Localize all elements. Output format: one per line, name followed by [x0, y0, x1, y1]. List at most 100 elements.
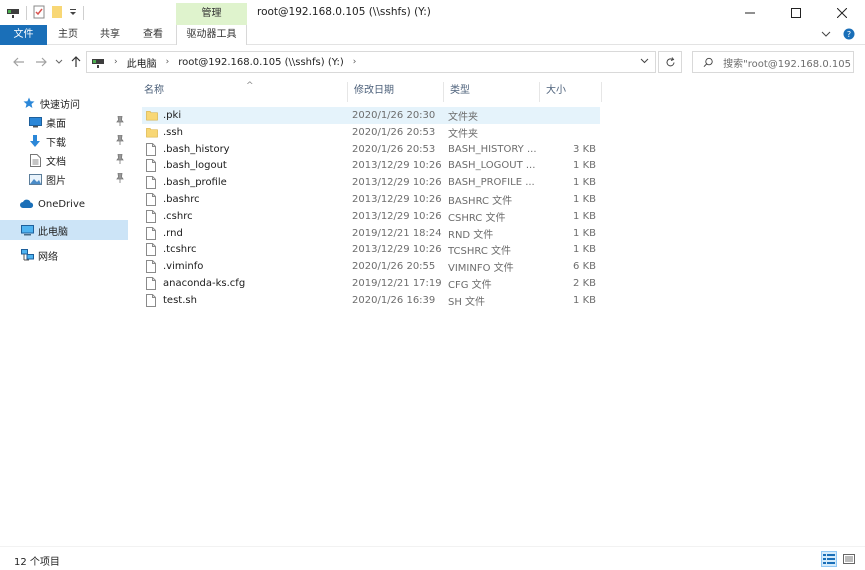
file-row[interactable]: .viminfo 2020/1/26 20:55 VIMINFO 文件 6 KB	[142, 258, 600, 275]
forward-button[interactable]	[34, 55, 48, 69]
nav-pictures[interactable]: 图片	[0, 169, 128, 189]
file-icon	[146, 142, 158, 156]
ribbon-tabs: 文件 主页 共享 查看 驱动器工具 ?	[0, 25, 865, 45]
file-type: BASH_LOGOUT ...	[448, 160, 536, 172]
pin-icon[interactable]	[116, 134, 124, 148]
nav-documents[interactable]: 文档	[0, 150, 128, 170]
tab-share[interactable]: 共享	[93, 25, 127, 45]
file-row[interactable]: test.sh 2020/1/26 16:39 SH 文件 1 KB	[142, 292, 600, 309]
file-date: 2019/12/21 17:19	[352, 278, 442, 289]
file-size: 6 KB	[573, 261, 596, 273]
cloud-icon	[20, 197, 34, 211]
file-size: 1 KB	[573, 210, 596, 222]
pin-icon[interactable]	[116, 153, 124, 167]
nav-network[interactable]: 网络	[0, 245, 128, 265]
file-row[interactable]: .bashrc 2013/12/29 10:26 BASHRC 文件 1 KB	[142, 191, 600, 208]
file-name-cell: anaconda-ks.cfg	[146, 277, 245, 291]
address-history-button[interactable]	[640, 58, 649, 64]
back-button[interactable]	[12, 55, 26, 69]
minimize-button[interactable]	[727, 0, 773, 25]
help-icon: ?	[843, 28, 855, 40]
window-title: root@192.168.0.105 (\\sshfs) (Y:)	[257, 6, 431, 18]
quick-access-toolbar	[6, 4, 84, 22]
pin-icon[interactable]	[116, 115, 124, 129]
chevron-down-icon	[640, 58, 649, 64]
new-folder-icon[interactable]	[51, 5, 63, 22]
file-name-cell: test.sh	[146, 293, 197, 307]
search-input[interactable]: 搜索"root@192.168.0.105 ...	[723, 55, 853, 70]
tab-home[interactable]: 主页	[51, 25, 85, 45]
file-name-cell: .pki	[146, 109, 181, 123]
arrow-right-icon	[36, 57, 47, 67]
file-row[interactable]: .pki 2020/1/26 20:30 文件夹	[142, 107, 600, 124]
file-row[interactable]: .bash_profile 2013/12/29 10:26 BASH_PROFIL…	[142, 174, 600, 191]
file-row[interactable]: anaconda-ks.cfg 2019/12/21 17:19 CFG 文件 2 K…	[142, 275, 600, 292]
column-header-type[interactable]: 类型	[444, 82, 540, 102]
up-button[interactable]	[69, 55, 83, 69]
breadcrumb-current-drive[interactable]: root@192.168.0.105 (\\sshfs) (Y:)	[178, 57, 344, 68]
maximize-button[interactable]	[773, 0, 819, 25]
file-name-cell: .cshrc	[146, 209, 193, 223]
help-button[interactable]: ?	[843, 28, 855, 43]
expand-ribbon-button[interactable]	[821, 30, 831, 41]
drive-icon	[91, 56, 105, 68]
file-row[interactable]: .tcshrc 2013/12/29 10:26 TCSHRC 文件 1 KB	[142, 241, 600, 258]
status-bar: 12 个项目	[0, 546, 865, 570]
nav-label: 文档	[46, 156, 66, 168]
file-row[interactable]: .bash_history 2020/1/26 20:53 BASH_HISTORY…	[142, 141, 600, 158]
properties-icon[interactable]	[33, 5, 45, 22]
file-name: .cshrc	[163, 210, 193, 222]
large-icons-view-button[interactable]	[841, 551, 857, 567]
file-name-cell: .tcshrc	[146, 243, 197, 257]
tab-view[interactable]: 查看	[136, 25, 170, 45]
nav-onedrive[interactable]: OneDrive	[0, 194, 128, 214]
tab-drive-tools[interactable]: 驱动器工具	[176, 25, 247, 45]
file-icon	[146, 277, 158, 291]
context-tab-group-label: 管理	[176, 3, 247, 25]
file-size: 2 KB	[573, 278, 596, 289]
file-icon	[146, 159, 158, 173]
close-button[interactable]	[819, 0, 865, 25]
details-view-icon	[823, 554, 835, 564]
file-type: BASH_HISTORY ...	[448, 143, 537, 155]
file-type: RND 文件	[448, 229, 494, 241]
file-date: 2013/12/29 10:26	[352, 244, 442, 256]
maximize-icon	[791, 7, 801, 18]
breadcrumb-this-pc[interactable]: 此电脑	[127, 55, 157, 70]
pin-icon[interactable]	[116, 172, 124, 186]
breadcrumb-separator[interactable]: ›	[353, 57, 357, 67]
breadcrumb-separator[interactable]: ›	[114, 57, 118, 67]
customize-toolbar-icon[interactable]	[69, 8, 77, 19]
file-name: .ssh	[163, 126, 183, 138]
drive-icon[interactable]	[6, 6, 20, 21]
file-row[interactable]: .bash_logout 2013/12/29 10:26 BASH_LOGOUT …	[142, 157, 600, 174]
nav-this-pc[interactable]: 此电脑	[0, 220, 128, 240]
file-name: .pki	[163, 110, 182, 121]
file-date: 2020/1/26 20:55	[352, 261, 436, 273]
star-icon	[22, 96, 36, 110]
recent-locations-button[interactable]	[52, 55, 66, 69]
nav-downloads[interactable]: 下载	[0, 131, 128, 151]
search-box[interactable]: 搜索"root@192.168.0.105 ...	[692, 51, 854, 73]
file-name: anaconda-ks.cfg	[163, 278, 246, 289]
file-date: 2020/1/26 16:39	[352, 294, 436, 306]
close-icon	[837, 7, 847, 18]
file-name: .viminfo	[163, 261, 204, 273]
nav-desktop[interactable]: 桌面	[0, 112, 128, 132]
file-row[interactable]: .rnd 2019/12/21 18:24 RND 文件 1 KB	[142, 225, 600, 242]
nav-label: 下载	[46, 137, 66, 149]
address-bar[interactable]: › 此电脑 › root@192.168.0.105 (\\sshfs) (Y:…	[86, 51, 656, 73]
refresh-button[interactable]	[658, 51, 682, 73]
file-row[interactable]: .cshrc 2013/12/29 10:26 CSHRC 文件 1 KB	[142, 208, 600, 225]
document-icon	[28, 153, 42, 167]
breadcrumb-separator[interactable]: ›	[166, 57, 170, 67]
details-view-button[interactable]	[821, 551, 837, 567]
file-row[interactable]: .ssh 2020/1/26 20:53 文件夹	[142, 124, 600, 141]
column-header-name[interactable]: 名称 ^	[138, 81, 348, 102]
column-header-size[interactable]: 大小	[540, 82, 602, 102]
nav-quick-access[interactable]: 快速访问	[0, 93, 128, 113]
tab-file[interactable]: 文件	[0, 25, 47, 45]
file-date: 2020/1/26 20:30	[352, 110, 436, 121]
file-date: 2020/1/26 20:53	[352, 126, 436, 138]
column-header-date[interactable]: 修改日期	[348, 82, 444, 102]
